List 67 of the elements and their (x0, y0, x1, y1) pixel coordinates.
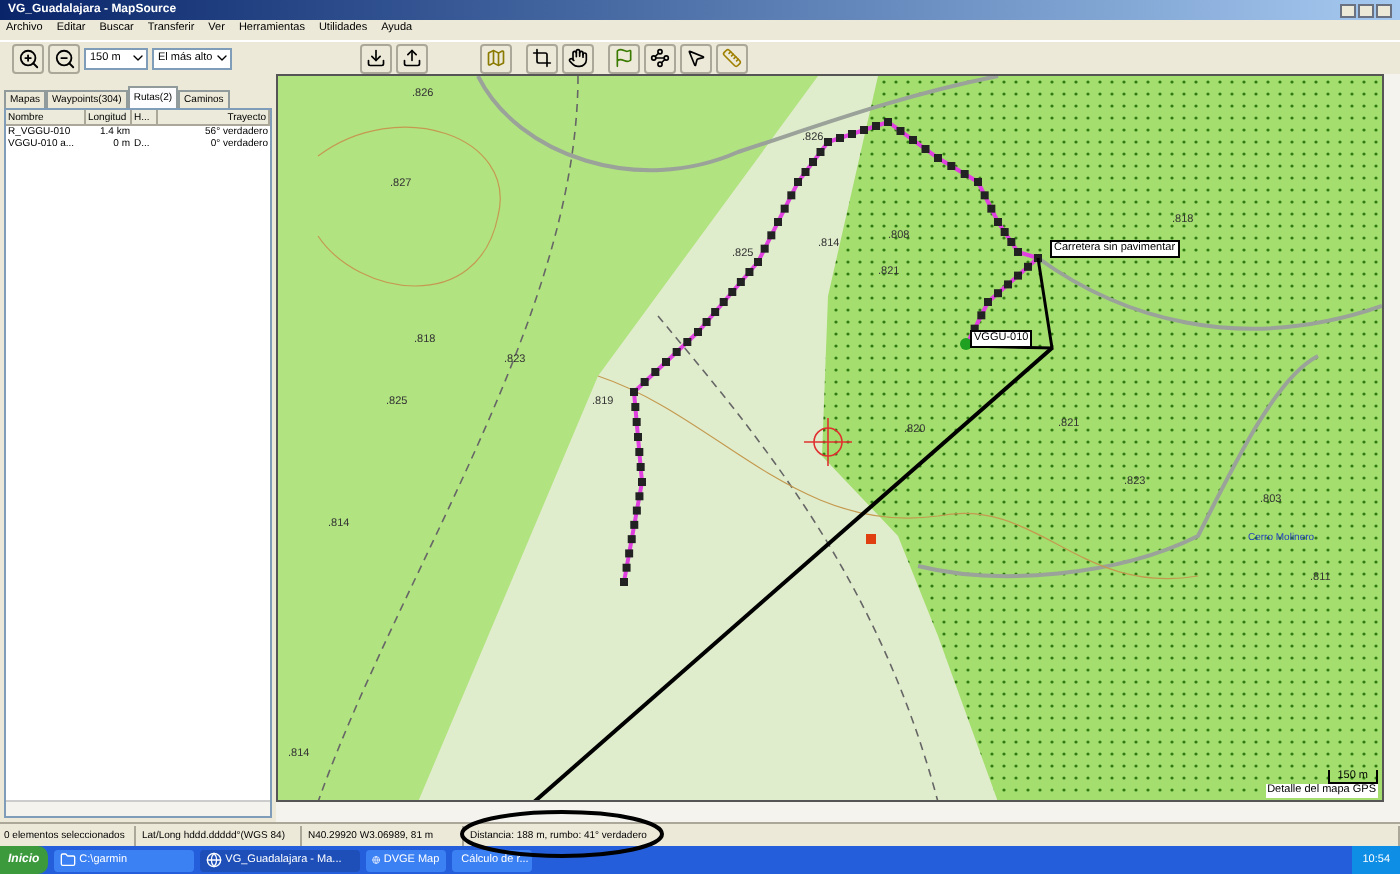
poi-marker (866, 534, 876, 544)
route-point (622, 563, 631, 572)
zoom-in-button[interactable] (12, 43, 44, 73)
route-point (635, 448, 644, 456)
crop-icon (532, 48, 552, 68)
route-point (638, 478, 646, 486)
route-point (767, 231, 776, 240)
caret-icon (130, 50, 146, 66)
route-point (896, 127, 905, 135)
download-icon (366, 48, 386, 68)
ruler-icon (722, 48, 742, 68)
zoom-out-icon (53, 47, 75, 69)
route-point (620, 578, 628, 586)
waypoint-tool-button[interactable] (608, 43, 640, 73)
hand-icon (568, 48, 588, 68)
route-point (760, 244, 769, 253)
zoom-in-icon (17, 47, 39, 69)
route-point (630, 520, 639, 529)
route-point (980, 191, 989, 200)
caret-icon (214, 50, 230, 66)
route-point (974, 178, 982, 186)
globe-icon (205, 852, 222, 868)
route-point (872, 122, 880, 130)
route-point (921, 145, 930, 153)
route-point (934, 154, 942, 162)
route-point (780, 204, 789, 213)
map-tool-button[interactable] (480, 43, 512, 73)
globe-icon (371, 852, 380, 868)
restore-button[interactable] (1358, 3, 1374, 17)
route-tool-button[interactable] (644, 43, 676, 73)
flag-icon (614, 48, 634, 68)
folder-icon (59, 852, 76, 868)
map-icon (486, 48, 506, 68)
pointer-icon (686, 48, 706, 68)
upload-icon (402, 48, 422, 68)
route-point (627, 535, 636, 544)
route-point (634, 433, 642, 441)
route-point (987, 204, 996, 213)
route-point (909, 136, 917, 144)
route-point (836, 134, 844, 142)
select-tool-button[interactable] (680, 43, 712, 73)
crosshair-icon (803, 417, 853, 467)
route-point (632, 506, 641, 515)
route-point (947, 162, 956, 170)
horizontal-scrollbar[interactable] (276, 802, 1400, 822)
route-point (625, 549, 634, 558)
route-point (631, 403, 640, 411)
route-point (787, 191, 796, 200)
close-button[interactable] (1376, 3, 1392, 17)
route-point (848, 130, 856, 138)
route-point (884, 118, 892, 126)
route-point (774, 218, 782, 226)
route-point (860, 126, 868, 134)
route-point (960, 170, 969, 178)
hand-tool-button[interactable] (562, 43, 594, 73)
route-point (632, 418, 641, 426)
route-point (635, 492, 644, 501)
route-point (636, 463, 645, 471)
zoom-tool-button[interactable] (526, 43, 558, 73)
horizontal-scrollbar[interactable] (6, 800, 270, 816)
minimize-button[interactable] (1340, 3, 1356, 17)
send-button[interactable] (396, 43, 428, 73)
route-icon (650, 48, 670, 68)
route-point (977, 311, 986, 320)
receive-button[interactable] (360, 43, 392, 73)
zoom-out-button[interactable] (48, 43, 80, 73)
vertical-scrollbar[interactable] (1384, 74, 1400, 802)
